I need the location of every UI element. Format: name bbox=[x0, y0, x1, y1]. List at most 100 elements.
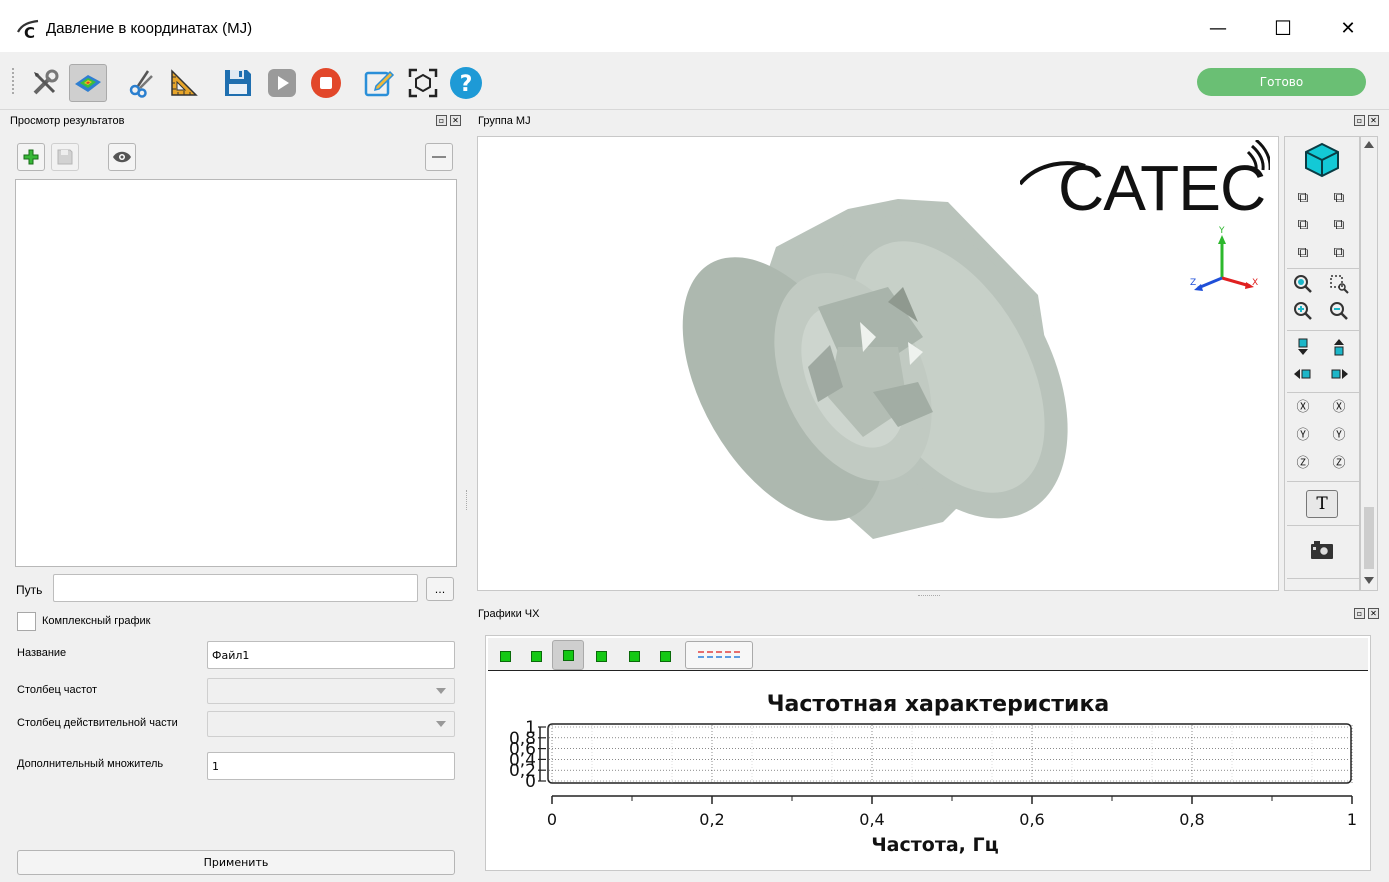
measure-triangle-icon bbox=[171, 69, 198, 96]
save-button[interactable] bbox=[219, 64, 257, 102]
close-button[interactable]: ✕ bbox=[1325, 8, 1371, 48]
results-panel-float-button[interactable]: ▫ bbox=[436, 115, 447, 126]
chart-legend-button[interactable] bbox=[685, 641, 753, 669]
name-label: Название bbox=[17, 647, 67, 659]
multiplier-input[interactable]: 1 bbox=[207, 752, 455, 780]
iso-view-button[interactable] bbox=[1303, 141, 1341, 179]
rotate-z-neg-button[interactable]: Ⓩ bbox=[1292, 453, 1314, 475]
rotate-z-pos-button[interactable]: Ⓩ bbox=[1328, 453, 1350, 475]
chart-split-icon bbox=[659, 650, 671, 662]
save-file-button[interactable] bbox=[51, 143, 79, 171]
view-front-button[interactable]: ⧉ bbox=[1292, 186, 1314, 208]
freq-column-label: Столбец частот bbox=[17, 684, 97, 696]
chart-fit-icon bbox=[628, 650, 640, 662]
browse-button[interactable]: ... bbox=[426, 577, 454, 601]
name-input[interactable]: Файл1 bbox=[207, 641, 455, 669]
y-tick-label: 1 bbox=[525, 718, 536, 738]
rotate-y-neg-button[interactable]: Ⓨ bbox=[1292, 425, 1314, 447]
axis-triad: Y X Z bbox=[1190, 226, 1260, 296]
chart-title: Частотная характеристика bbox=[767, 692, 1110, 717]
chart-toolbar bbox=[488, 638, 1368, 671]
chart-tool-move-button[interactable] bbox=[590, 645, 612, 667]
path-input[interactable] bbox=[53, 574, 418, 602]
rotate-x-pos-button[interactable]: Ⓧ bbox=[1328, 397, 1350, 419]
remove-button[interactable] bbox=[425, 143, 453, 171]
zoom-out-button[interactable] bbox=[1328, 301, 1350, 323]
zoom-in-button[interactable] bbox=[1292, 301, 1314, 323]
results-map-button[interactable] bbox=[69, 64, 107, 102]
minimize-button[interactable]: — bbox=[1195, 8, 1241, 48]
app-logo-icon: C bbox=[17, 19, 39, 40]
results-panel-title: Просмотр результатов bbox=[10, 115, 125, 127]
edit-icon bbox=[364, 70, 395, 97]
svg-text:C: C bbox=[24, 24, 35, 40]
apply-button[interactable]: Применить bbox=[17, 850, 455, 875]
axis-triad-icon bbox=[1194, 235, 1254, 291]
x-tick-label: 0 bbox=[547, 810, 557, 829]
pan-right-icon bbox=[1331, 369, 1348, 379]
cut-button[interactable] bbox=[122, 64, 160, 102]
play-icon bbox=[268, 69, 296, 97]
minus-icon bbox=[432, 156, 446, 158]
add-file-button[interactable] bbox=[17, 143, 45, 171]
results-list[interactable] bbox=[15, 179, 457, 567]
x-tick-label: 0,2 bbox=[699, 810, 724, 829]
panel-splitter[interactable] bbox=[466, 490, 469, 510]
chevron-down-icon bbox=[436, 688, 446, 694]
show-button[interactable] bbox=[108, 143, 136, 171]
chart-tool-fit-button[interactable] bbox=[623, 645, 645, 667]
text-tool-button[interactable]: T bbox=[1306, 490, 1338, 518]
tools-button[interactable] bbox=[26, 64, 64, 102]
freq-column-select[interactable] bbox=[207, 678, 455, 704]
measure-button[interactable] bbox=[165, 64, 203, 102]
rotate-x-neg-button[interactable]: Ⓧ bbox=[1292, 397, 1314, 419]
tools-icon bbox=[33, 69, 59, 95]
chart-canvas: Частотная характеристика 0 0,2 0,4 0,6 0,8 1 … bbox=[509, 692, 1357, 856]
zoom-fit-button[interactable] bbox=[1292, 274, 1314, 296]
real-column-select[interactable] bbox=[207, 711, 455, 737]
catec-logo: CATEC bbox=[1018, 138, 1272, 220]
tools-separator bbox=[1287, 330, 1359, 331]
cube-icon bbox=[1305, 142, 1339, 178]
chevron-down-icon bbox=[436, 721, 446, 727]
view-back-button[interactable]: ⧉ bbox=[1328, 186, 1350, 208]
view-tools-scrollbar[interactable] bbox=[1360, 136, 1378, 591]
pan-left-icon bbox=[1294, 369, 1311, 379]
stop-button[interactable] bbox=[307, 64, 345, 102]
complex-plot-checkbox[interactable] bbox=[17, 612, 36, 631]
view-left-button[interactable]: ⧉ bbox=[1292, 213, 1314, 235]
toolbar-grip[interactable] bbox=[12, 68, 16, 94]
pan-down-icon bbox=[1298, 338, 1308, 355]
view-bottom-button[interactable]: ⧉ bbox=[1328, 241, 1350, 263]
chart-tool-split-button[interactable] bbox=[654, 645, 676, 667]
horizontal-splitter[interactable] bbox=[918, 595, 940, 598]
screenshot-button[interactable] bbox=[1310, 540, 1333, 562]
rotate-y-pos-button[interactable]: Ⓨ bbox=[1328, 425, 1350, 447]
pan-left-button[interactable] bbox=[1292, 364, 1314, 386]
fit-view-button[interactable] bbox=[404, 64, 442, 102]
scroll-thumb[interactable] bbox=[1364, 507, 1374, 569]
real-column-label: Столбец действительной части bbox=[17, 717, 178, 729]
chart-tool-zoom-button[interactable] bbox=[525, 645, 547, 667]
pan-up-button[interactable] bbox=[1328, 337, 1350, 359]
charts-panel-close-button[interactable]: ✕ bbox=[1368, 608, 1379, 619]
view-panel-float-button[interactable]: ▫ bbox=[1354, 115, 1365, 126]
charts-panel-title: Графики ЧХ bbox=[478, 608, 540, 620]
maximize-button[interactable]: ☐ bbox=[1260, 8, 1306, 48]
view-top-button[interactable]: ⧉ bbox=[1292, 241, 1314, 263]
results-panel-close-button[interactable]: ✕ bbox=[450, 115, 461, 126]
chart-tool-point-button[interactable] bbox=[494, 645, 516, 667]
chart-tool-autoscale-button[interactable] bbox=[552, 640, 584, 670]
pan-down-button[interactable] bbox=[1292, 337, 1314, 359]
charts-panel-float-button[interactable]: ▫ bbox=[1354, 608, 1365, 619]
zoom-window-button[interactable] bbox=[1328, 274, 1350, 296]
pan-right-button[interactable] bbox=[1328, 364, 1350, 386]
view-right-button[interactable]: ⧉ bbox=[1328, 213, 1350, 235]
help-button[interactable]: ? bbox=[447, 64, 485, 102]
path-label: Путь bbox=[16, 583, 43, 597]
play-button[interactable] bbox=[263, 64, 301, 102]
view-panel-close-button[interactable]: ✕ bbox=[1368, 115, 1379, 126]
view-panel-title: Группа MJ bbox=[478, 115, 531, 127]
x-tick-label: 0,8 bbox=[1179, 810, 1204, 829]
edit-button[interactable] bbox=[360, 64, 398, 102]
